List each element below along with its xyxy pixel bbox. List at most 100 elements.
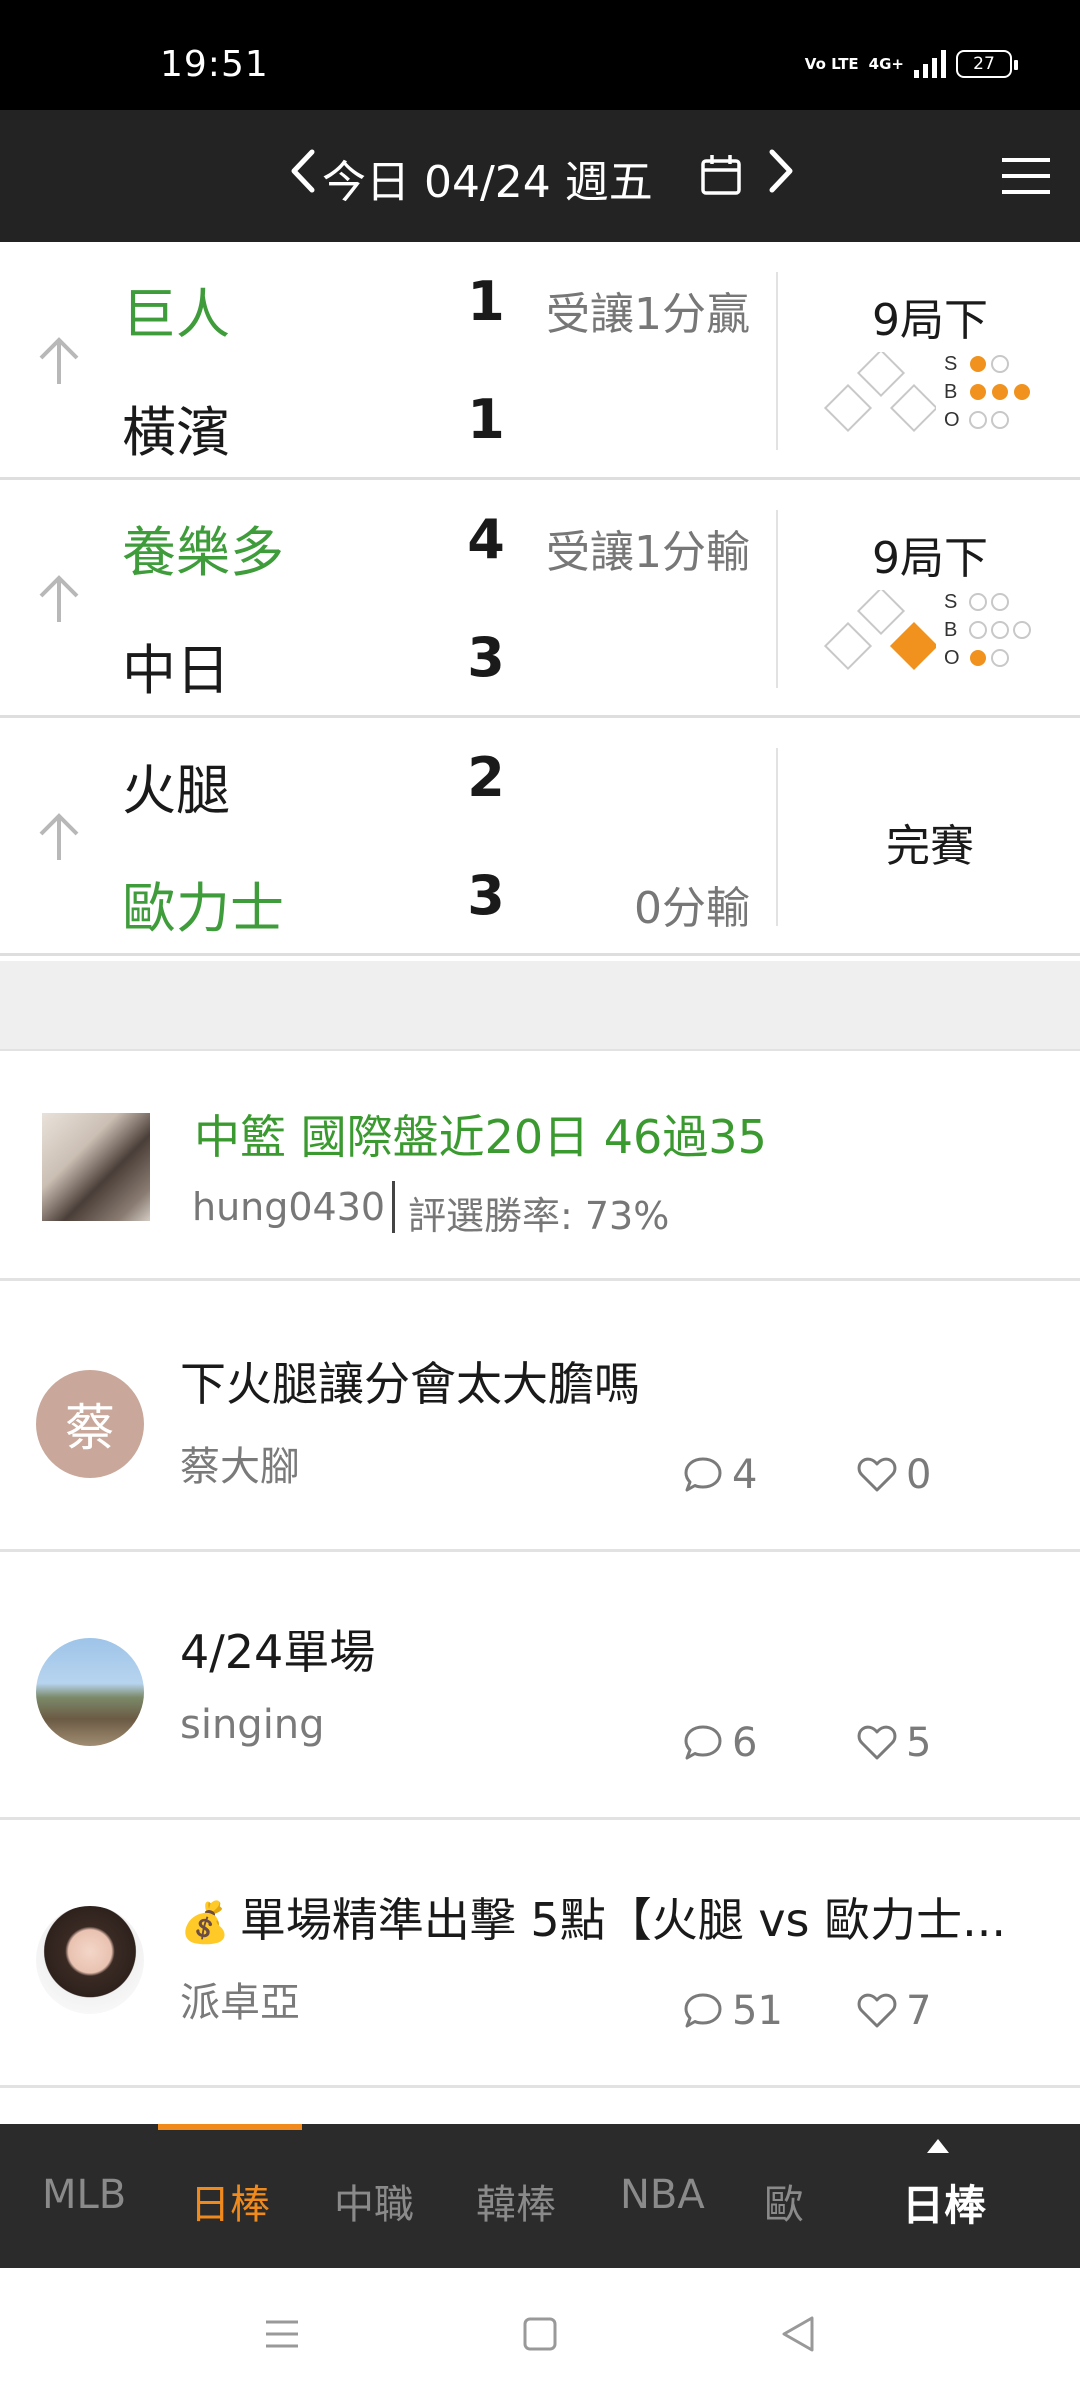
battery-level: 27 — [973, 54, 995, 74]
team-name: 歐力士 — [122, 877, 284, 940]
svg-text:S: S — [944, 353, 957, 375]
team-score: 3 — [467, 864, 505, 927]
game-row[interactable]: 巨人 1 受讓1分贏 橫濱 1 9局下 S B O — [0, 242, 1080, 480]
post-author: singing — [180, 1702, 325, 1748]
home-icon[interactable] — [520, 2314, 560, 2354]
svg-text:O: O — [944, 647, 960, 669]
comment-icon — [684, 1993, 722, 2028]
team-score: 4 — [467, 508, 505, 571]
tab-npb[interactable]: 日棒 — [190, 2172, 270, 2230]
team-score: 2 — [467, 746, 505, 809]
system-icons: Vo LTE 4G+ 27 — [804, 50, 1018, 78]
money-bag-icon: 💰 — [180, 1900, 230, 1946]
team-score: 1 — [467, 270, 505, 333]
like-count-value: 0 — [906, 1452, 932, 1498]
avatar: 蔡 — [36, 1370, 144, 1478]
status-time: 19:51 — [160, 44, 269, 85]
comment-icon — [684, 1725, 722, 1760]
post-author: 蔡大腳 — [180, 1444, 300, 1490]
post-title: 下火腿讓分會太大膽嗎 — [180, 1357, 640, 1411]
featured-title: 中籃 國際盤近20日 46過35 — [194, 1110, 767, 1164]
divider — [776, 510, 778, 688]
featured-thumbnail — [42, 1113, 150, 1221]
team-score: 3 — [467, 626, 505, 689]
svg-text:S: S — [944, 591, 957, 613]
sbo-count-icon: S B O — [944, 591, 1031, 669]
recent-apps-icon[interactable] — [262, 2314, 302, 2354]
bases-diamond-icon — [823, 352, 936, 433]
team-name: 中日 — [122, 639, 230, 702]
tab-kbo[interactable]: 韓棒 — [476, 2172, 556, 2230]
post-item[interactable]: 4/24單場 singing 6 5 — [0, 1552, 1080, 1820]
svg-text:B: B — [944, 619, 957, 641]
heart-icon — [857, 1725, 897, 1760]
comment-count[interactable]: 51 — [682, 1988, 783, 2034]
comment-count-value: 4 — [732, 1452, 758, 1498]
divider — [392, 1181, 395, 1233]
comment-icon — [684, 1457, 722, 1492]
avatar — [36, 1638, 144, 1746]
calendar-icon[interactable] — [698, 152, 744, 198]
comment-count-value: 51 — [732, 1988, 783, 2034]
next-day-chevron-icon[interactable] — [762, 144, 802, 198]
featured-author: hung0430 — [192, 1185, 386, 1229]
post-item[interactable]: 💰 單場精準出擊 5點【火腿 vs 歐力士... 派卓亞 51 7 — [0, 1820, 1080, 2088]
like-count-value: 7 — [906, 1988, 932, 2034]
date-header: 今日 04/24 週五 — [0, 110, 1080, 242]
volte-icon: Vo LTE — [804, 54, 859, 73]
post-item[interactable]: 蔡 下火腿讓分會太大膽嗎 蔡大腳 4 0 — [0, 1284, 1080, 1552]
comment-count[interactable]: 4 — [682, 1452, 757, 1498]
post-author: 派卓亞 — [180, 1980, 300, 2026]
like-count[interactable]: 0 — [856, 1452, 931, 1498]
divider — [776, 748, 778, 926]
status-bar: 19:51 Vo LTE 4G+ 27 — [0, 0, 1080, 110]
team-score: 1 — [467, 388, 505, 451]
arrow-up-icon — [39, 813, 79, 860]
system-navigation-bar — [0, 2268, 1080, 2400]
svg-text:O: O — [944, 409, 960, 431]
tab-nba[interactable]: NBA — [620, 2172, 705, 2218]
games-list: 巨人 1 受讓1分贏 橫濱 1 9局下 S B O 養樂多 4 受讓1分輸 中日… — [0, 242, 1080, 956]
game-row[interactable]: 火腿 2 歐力士 3 0分輸 完賽 — [0, 718, 1080, 956]
handicap-result: 受讓1分贏 — [546, 289, 750, 340]
date-label[interactable]: 今日 04/24 週五 — [322, 146, 653, 210]
divider — [776, 272, 778, 450]
bases-diamond-icon — [823, 590, 936, 671]
arrow-up-icon — [39, 337, 79, 384]
current-league-selector[interactable]: 日棒 — [902, 2172, 986, 2233]
team-name: 橫濱 — [122, 401, 230, 464]
back-icon[interactable] — [778, 2314, 818, 2354]
team-name: 養樂多 — [122, 521, 284, 584]
league-tab-bar: MLB 日棒 中職 韓棒 NBA 歐 日棒 — [0, 2124, 1080, 2268]
like-count[interactable]: 7 — [856, 1988, 931, 2034]
hamburger-menu-icon[interactable] — [1000, 156, 1052, 196]
team-name: 巨人 — [122, 283, 230, 346]
section-spacer — [0, 961, 1080, 1051]
game-row[interactable]: 養樂多 4 受讓1分輸 中日 3 9局下 S B O — [0, 480, 1080, 718]
game-final-label: 完賽 — [886, 821, 974, 872]
caret-up-icon — [927, 2139, 949, 2153]
post-title-row: 💰 單場精準出擊 5點【火腿 vs 歐力士... — [180, 1884, 1006, 1950]
active-tab-indicator — [158, 2124, 302, 2130]
like-count[interactable]: 5 — [856, 1720, 931, 1766]
network-type-label: 4G+ — [868, 55, 904, 73]
comment-count[interactable]: 6 — [682, 1720, 757, 1766]
previous-day-chevron-icon[interactable] — [282, 144, 322, 198]
battery-icon: 27 — [956, 50, 1018, 78]
tab-euro[interactable]: 歐 — [764, 2172, 804, 2230]
arrow-up-icon — [39, 575, 79, 622]
inning-label: 9局下 — [872, 533, 988, 584]
inning-label: 9局下 — [872, 295, 988, 346]
featured-pick-card[interactable]: 中籃 國際盤近20日 46過35 hung0430 評選勝率: 73% — [0, 1051, 1080, 1281]
featured-win-rate: 評選勝率: 73% — [408, 1194, 670, 1238]
handicap-result: 受讓1分輸 — [546, 527, 750, 578]
svg-text:B: B — [944, 381, 957, 403]
post-title: 4/24單場 — [180, 1625, 376, 1679]
avatar-initial: 蔡 — [65, 1399, 115, 1457]
tab-mlb[interactable]: MLB — [42, 2172, 126, 2218]
heart-icon — [857, 1993, 897, 2028]
sbo-count-icon: S B O — [944, 353, 1030, 431]
signal-icon — [914, 50, 946, 78]
tab-cpbl[interactable]: 中職 — [334, 2172, 414, 2230]
post-title: 單場精準出擊 5點【火腿 vs 歐力士... — [239, 1893, 1006, 1947]
